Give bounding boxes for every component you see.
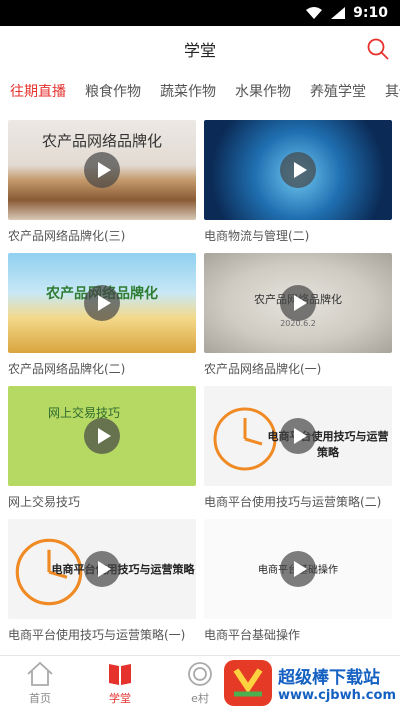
video-thumbnail[interactable]: 电商平台使用技巧与运营策略 [8, 519, 196, 619]
video-card[interactable]: 农产品网络品牌化 农产品网络品牌化(三) [8, 120, 196, 244]
video-thumbnail[interactable]: 农产品网络品牌化 [8, 253, 196, 353]
watermark-url: www.cjbwh.com [278, 688, 396, 703]
video-title[interactable]: 农产品网络品牌化(三) [8, 228, 196, 244]
page-title: 学堂 [183, 41, 216, 60]
video-thumbnail[interactable]: 农产品网络品牌化 [8, 120, 196, 220]
signal-icon [331, 7, 346, 19]
search-icon[interactable] [366, 37, 390, 61]
video-title[interactable]: 电商平台基础操作 [204, 627, 392, 643]
wifi-icon [306, 7, 323, 19]
video-title[interactable]: 电商平台使用技巧与运营策略(二) [204, 494, 392, 510]
thumbnail-text: 网上交易技巧 [48, 406, 121, 420]
video-card[interactable]: 电商平台使用技巧与运营策略 电商平台使用技巧与运营策略(一) [8, 519, 196, 643]
video-thumbnail[interactable] [204, 120, 392, 220]
status-bar: 9:10 [0, 0, 400, 26]
header: 学堂 [0, 26, 400, 72]
video-title[interactable]: 电商物流与管理(二) [204, 228, 392, 244]
thumbnail-text: 农产品网络品牌化 [41, 132, 162, 150]
video-card[interactable]: 网上交易技巧 网上交易技巧 [8, 386, 196, 510]
nav-school-label: 学堂 [109, 692, 131, 705]
video-title[interactable]: 农产品网络品牌化(一) [204, 361, 392, 377]
video-grid: 农产品网络品牌化 农产品网络品牌化(三) 电商物流与管理(二) 农产品网络品牌化… [0, 110, 400, 655]
play-icon[interactable] [280, 285, 316, 321]
watermark-logo-icon [224, 660, 272, 706]
video-card[interactable]: 农产品网络品牌化 2020.6.2 农产品网络品牌化(一) [204, 253, 392, 377]
video-thumbnail[interactable]: 网上交易技巧 [8, 386, 196, 486]
circle-icon [188, 662, 212, 686]
play-icon[interactable] [280, 551, 316, 587]
tab-grain-crops[interactable]: 粮食作物 [85, 81, 141, 101]
tab-vegetable-crops[interactable]: 蔬菜作物 [160, 81, 216, 101]
status-time: 9:10 [353, 5, 388, 21]
play-icon[interactable] [84, 551, 120, 587]
play-icon[interactable] [84, 418, 120, 454]
video-thumbnail[interactable]: 农产品网络品牌化 2020.6.2 [204, 253, 392, 353]
video-thumbnail[interactable]: 电商平台基础操作 [204, 519, 392, 619]
play-icon[interactable] [280, 418, 316, 454]
tab-other[interactable]: 其他 [385, 81, 400, 101]
play-icon[interactable] [280, 152, 316, 188]
play-icon[interactable] [84, 285, 120, 321]
video-title[interactable]: 电商平台使用技巧与运营策略(一) [8, 627, 196, 643]
nav-home-label: 首页 [29, 692, 51, 705]
video-title[interactable]: 网上交易技巧 [8, 494, 196, 510]
play-icon[interactable] [84, 152, 120, 188]
category-tabs: 往期直播 粮食作物 蔬菜作物 水果作物 养殖学堂 其他 [0, 72, 400, 110]
nav-village-label: e村 [191, 692, 209, 705]
tab-fruit-crops[interactable]: 水果作物 [235, 81, 291, 101]
watermark-title: 超级棒下载站 [278, 668, 380, 688]
video-card[interactable]: 农产品网络品牌化 农产品网络品牌化(二) [8, 253, 196, 377]
video-card[interactable]: 电商平台使用技巧与运营策略 电商平台使用技巧与运营策略(二) [204, 386, 392, 510]
thumbnail-text: 电商平台使用技巧与运营策略 [51, 563, 195, 576]
nav-home[interactable]: 首页 [0, 656, 80, 710]
book-icon [109, 664, 131, 685]
watermark: 超级棒下载站 www.cjbwh.com [222, 656, 400, 710]
home-icon [27, 661, 53, 686]
video-card[interactable]: 电商物流与管理(二) [204, 120, 392, 244]
video-title[interactable]: 农产品网络品牌化(二) [8, 361, 196, 377]
nav-school[interactable]: 学堂 [80, 656, 160, 710]
tab-past-live[interactable]: 往期直播 [10, 81, 66, 101]
tab-breeding[interactable]: 养殖学堂 [310, 81, 366, 101]
video-card[interactable]: 电商平台基础操作 电商平台基础操作 [204, 519, 392, 643]
video-thumbnail[interactable]: 电商平台使用技巧与运营策略 [204, 386, 392, 486]
